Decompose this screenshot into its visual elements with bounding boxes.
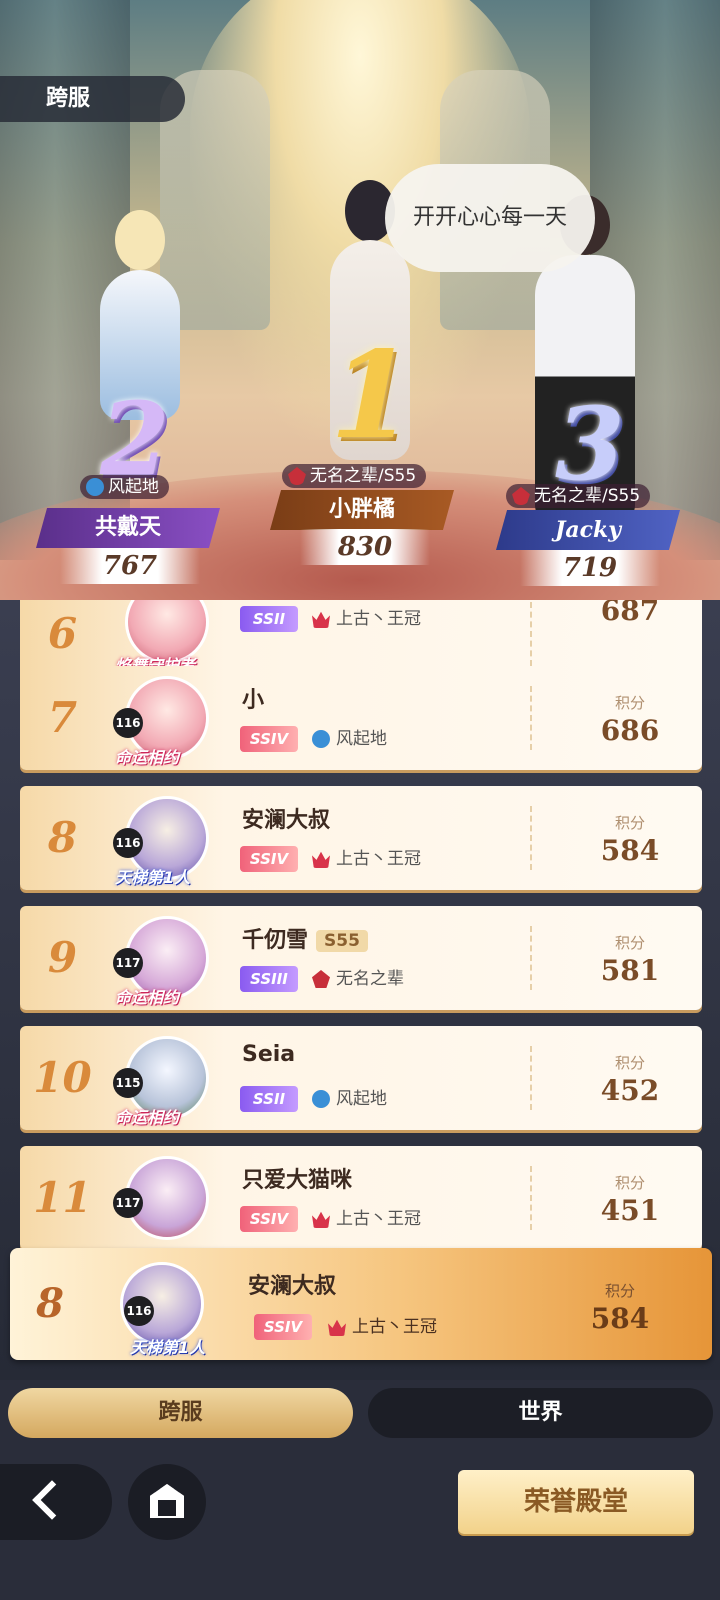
first-name[interactable]: 小胖橘 (270, 490, 454, 530)
player-level: 117 (113, 1188, 143, 1218)
tab-world[interactable]: 世界 (368, 1388, 713, 1438)
bird-guild-icon (288, 467, 306, 485)
season-badge: S55 (316, 930, 368, 952)
guild-label: 无名之辈 (312, 966, 404, 992)
my-level: 116 (124, 1296, 154, 1326)
row-score: 581 (600, 954, 660, 987)
second-name[interactable]: 共戴天 (36, 508, 220, 548)
tier-badge: SSIV (240, 1206, 298, 1232)
row-score: 687 (600, 600, 660, 627)
row-divider (530, 1166, 532, 1230)
row-score: 686 (600, 714, 660, 747)
back-button[interactable] (0, 1464, 112, 1540)
row-divider (530, 686, 532, 750)
list-row-rank-10[interactable]: 10 115 命运相约 Seia SSII 风起地 积分 452 (20, 1026, 702, 1130)
list-row-rank-11[interactable]: 11 117 只爱大猫咪 SSIV 上古丶王冠 积分 451 (20, 1146, 702, 1250)
score-label: 积分 (614, 694, 645, 712)
second-score: 767 (60, 548, 200, 584)
tier-badge: SSIII (240, 966, 298, 992)
player-name: 安澜大叔 (242, 808, 331, 833)
score-label: 积分 (614, 934, 645, 952)
row-score: 451 (600, 1194, 660, 1227)
row-divider (530, 602, 532, 666)
player-name: 只爱大猫咪 (242, 1168, 353, 1193)
third-score: 719 (520, 550, 660, 586)
tab-cross-server[interactable]: 跨服 (8, 1388, 353, 1438)
guild-label: 风起地 (312, 1086, 387, 1112)
player-name: 千仞雪 S55 (242, 922, 368, 954)
row-rank: 11 (33, 1173, 92, 1222)
my-guild-label: 上古丶王冠 (328, 1314, 437, 1340)
player-title-tag: 命运相约 (115, 1108, 180, 1127)
player-level: 115 (113, 1068, 143, 1098)
first-guild-tag: 无名之辈/S55 (282, 464, 427, 488)
row-rank: 10 (33, 1053, 92, 1102)
score-label: 积分 (614, 1054, 645, 1072)
my-rank-row[interactable]: 8 116 天梯第1人 安澜大叔 SSIV 上古丶王冠 积分 584 (10, 1248, 712, 1360)
bottom-nav: 荣誉殿堂 (0, 1440, 720, 1600)
scope-tabbar: 跨服 世界 (0, 1380, 720, 1440)
third-guild: 无名之辈/S55 (534, 486, 641, 506)
player-level: 116 (113, 708, 143, 738)
wind-guild-icon (312, 730, 330, 748)
home-button[interactable] (128, 1464, 206, 1540)
my-name: 安澜大叔 (248, 1274, 337, 1299)
back-arrow-icon (32, 1480, 72, 1520)
tier-badge: SSII (240, 1086, 298, 1112)
third-guild-tag: 无名之辈/S55 (506, 484, 651, 508)
second-guild-tag: 风起地 (80, 475, 169, 499)
row-divider (530, 926, 532, 990)
player-level: 116 (113, 828, 143, 858)
player-level: 117 (113, 948, 143, 978)
first-score: 830 (300, 529, 430, 565)
wind-guild-icon (312, 1090, 330, 1108)
my-tier-badge: SSIV (254, 1314, 312, 1340)
rank-1-numeral: 1 (330, 325, 414, 466)
tier-badge: SSII (240, 606, 298, 632)
guild-label: 上古丶王冠 (312, 606, 421, 632)
player-title-tag: 命运相约 (115, 988, 180, 1007)
player-name: Seia (242, 1042, 296, 1067)
row-rank: 7 (47, 693, 78, 742)
crown-guild-icon (328, 1319, 346, 1336)
player-title-tag: 命运相约 (115, 748, 180, 767)
list-row-rank-8[interactable]: 8 116 天梯第1人 安澜大叔 SSIV 上古丶王冠 积分 584 (20, 786, 702, 890)
my-rank: 8 (36, 1280, 64, 1327)
wind-guild-icon (86, 478, 104, 496)
my-score-label: 积分 (604, 1282, 635, 1300)
row-rank: 8 (47, 813, 78, 862)
tier-badge: SSIV (240, 846, 298, 872)
bird-guild-icon (512, 487, 530, 505)
second-guild: 风起地 (108, 477, 159, 497)
row-score: 452 (600, 1074, 660, 1107)
my-score: 584 (590, 1302, 650, 1335)
tier-badge: SSIV (240, 726, 298, 752)
hall-of-fame-button[interactable]: 荣誉殿堂 (458, 1470, 694, 1534)
player-title-tag: 天梯第1人 (115, 868, 191, 887)
guild-label: 上古丶王冠 (312, 1206, 421, 1232)
crown-guild-icon (312, 611, 330, 628)
score-label: 积分 (614, 814, 645, 832)
row-divider (530, 806, 532, 870)
crown-guild-icon (312, 851, 330, 868)
my-title-tag: 天梯第1人 (130, 1338, 206, 1357)
first-guild: 无名之辈/S55 (310, 466, 417, 486)
guild-label: 风起地 (312, 726, 387, 752)
row-score: 584 (600, 834, 660, 867)
row-divider (530, 1046, 532, 1110)
cross-server-label[interactable]: 跨服 (0, 76, 185, 122)
crown-guild-icon (312, 1211, 330, 1228)
score-label: 积分 (614, 1174, 645, 1192)
bird-guild-icon (312, 970, 330, 988)
speech-bubble: 开开心心每一天 (385, 164, 595, 272)
row-rank: 9 (47, 933, 78, 982)
third-name[interactable]: Jacky (496, 510, 680, 550)
guild-label: 上古丶王冠 (312, 846, 421, 872)
list-row-rank-9[interactable]: 9 117 命运相约 千仞雪 S55 SSIII 无名之辈 积分 581 (20, 906, 702, 1010)
player-name: 小 (242, 688, 265, 713)
list-row-rank-7[interactable]: 7 116 命运相约 小 SSIV 风起地 积分 686 (20, 666, 702, 770)
